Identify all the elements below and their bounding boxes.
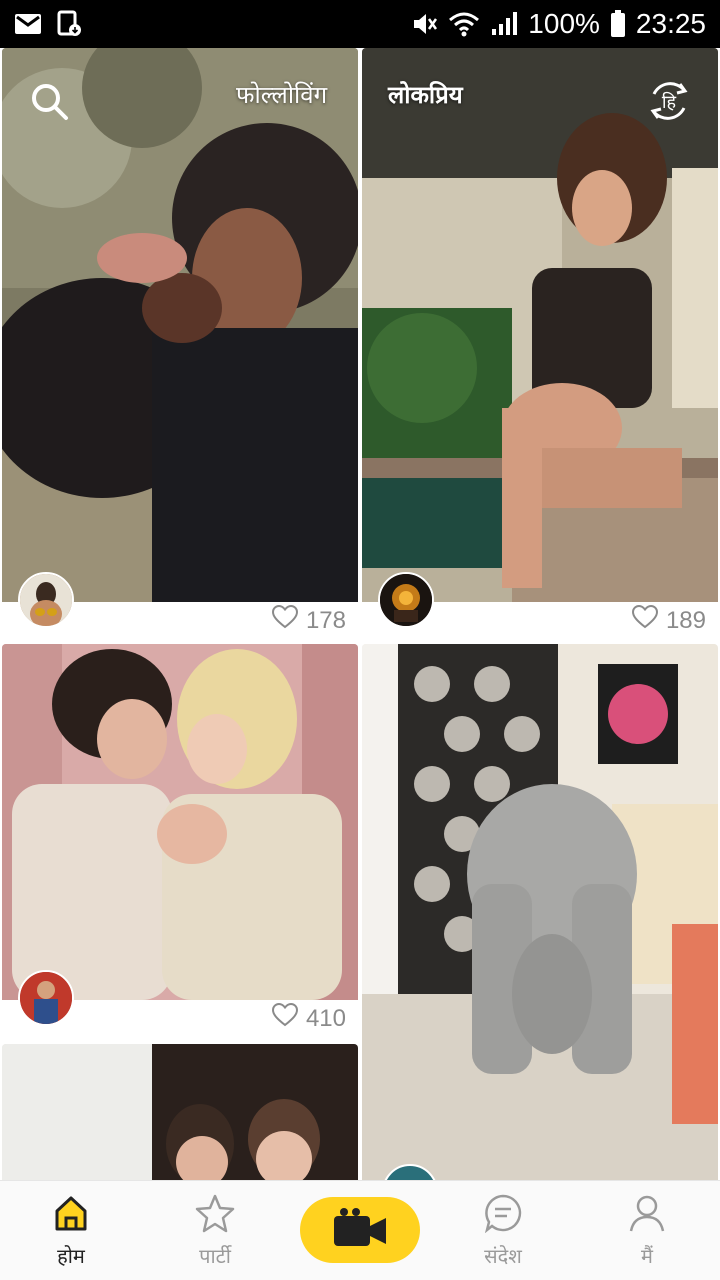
- like-count[interactable]: 189: [631, 604, 706, 636]
- video-feed[interactable]: 178 189 410: [0, 48, 720, 1180]
- nav-messages-label: संदेश: [484, 1244, 522, 1268]
- like-count[interactable]: 178: [271, 604, 346, 636]
- video-thumbnail: [2, 644, 358, 1000]
- download-icon: [56, 10, 82, 38]
- avatar[interactable]: [378, 572, 434, 628]
- nav-party-label: पार्टी: [199, 1244, 231, 1268]
- video-thumbnail: [362, 644, 718, 1180]
- video-card[interactable]: 410: [2, 644, 358, 1040]
- profile-icon: [627, 1193, 667, 1238]
- like-count-value: 189: [665, 606, 706, 634]
- video-thumbnail: [2, 1044, 358, 1180]
- like-count-value: 178: [305, 606, 346, 634]
- nav-home-label: होम: [57, 1244, 85, 1268]
- record-video-button[interactable]: [300, 1197, 420, 1263]
- nav-home[interactable]: होम: [16, 1193, 126, 1269]
- battery-percent: 100%: [528, 8, 600, 39]
- status-bar: 100% 23:25: [0, 0, 720, 48]
- heart-icon: [271, 1002, 298, 1034]
- battery-icon: [610, 10, 626, 38]
- clock: 23:25: [635, 8, 706, 39]
- bottom-nav: होम पार्टी संदेश मैं: [0, 1180, 720, 1280]
- signal-icon: [490, 11, 518, 37]
- heart-icon: [271, 604, 298, 636]
- wifi-icon: [448, 11, 480, 37]
- search-icon: [28, 84, 72, 128]
- tab-popular[interactable]: लोकप्रिय: [388, 78, 463, 111]
- video-thumbnail: [2, 48, 358, 602]
- video-card[interactable]: 178: [2, 48, 358, 642]
- gmail-icon: [14, 13, 42, 35]
- home-icon: [51, 1193, 91, 1238]
- nav-profile-label: मैं: [641, 1244, 653, 1268]
- language-label: हि: [662, 91, 677, 113]
- app-screen: 100% 23:25 178 189 410 फोल्लोविंग लोकप्र…: [0, 0, 720, 1280]
- avatar[interactable]: [18, 970, 74, 1026]
- nav-profile[interactable]: मैं: [592, 1193, 702, 1269]
- avatar[interactable]: [18, 572, 74, 628]
- video-camera-icon: [332, 1206, 388, 1254]
- video-thumbnail: [362, 48, 718, 602]
- star-icon: [193, 1193, 237, 1238]
- nav-party[interactable]: पार्टी: [160, 1193, 270, 1269]
- search-button[interactable]: [28, 80, 72, 124]
- video-card[interactable]: [2, 1044, 358, 1180]
- message-icon: [483, 1193, 523, 1238]
- language-switch-icon: हि: [650, 82, 688, 120]
- nav-messages[interactable]: संदेश: [448, 1193, 558, 1269]
- like-count[interactable]: 410: [271, 1002, 346, 1034]
- tab-following[interactable]: फोल्लोविंग: [236, 78, 327, 111]
- like-count-value: 410: [305, 1004, 346, 1032]
- video-card[interactable]: [362, 644, 718, 1180]
- mute-icon: [410, 10, 438, 38]
- language-switch-button[interactable]: हि: [644, 76, 694, 126]
- heart-icon: [631, 604, 658, 636]
- video-card[interactable]: 189: [362, 48, 718, 642]
